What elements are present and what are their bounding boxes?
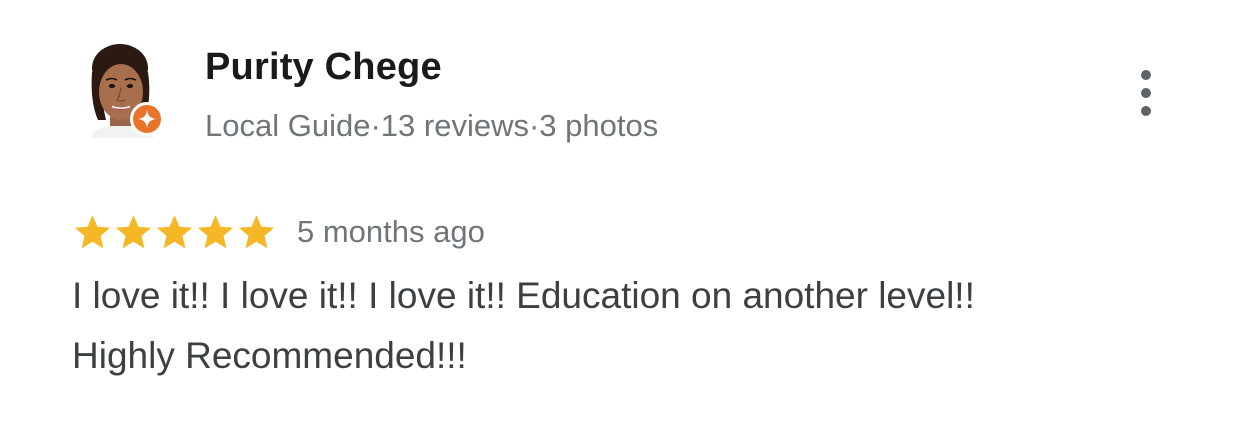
more-vertical-icon	[1141, 70, 1151, 80]
local-guide-badge	[130, 102, 164, 136]
review-text-line: I love it!! I love it!! I love it!! Educ…	[72, 275, 975, 316]
photo-count: 3 photos	[539, 108, 659, 143]
more-vertical-icon	[1141, 88, 1151, 98]
more-vertical-icon	[1141, 106, 1151, 116]
star-rating	[72, 212, 277, 253]
meta-separator: ·	[528, 108, 540, 143]
reviewer-name[interactable]: Purity Chege	[205, 46, 442, 89]
review-text: I love it!! I love it!! I love it!! Educ…	[72, 266, 1172, 386]
review-date: 5 months ago	[297, 214, 485, 249]
star-icon	[115, 214, 152, 248]
local-guide-star-icon	[138, 110, 156, 128]
avatar[interactable]	[84, 42, 164, 142]
star-icon	[197, 214, 234, 248]
star-icon	[156, 214, 193, 248]
star-icon	[238, 214, 275, 248]
review-card: Purity Chege Local Guide·13 reviews·3 ph…	[0, 0, 1242, 435]
review-count: 13 reviews	[380, 108, 529, 143]
star-icon	[74, 214, 111, 248]
more-options-button[interactable]	[1128, 68, 1164, 118]
meta-separator: ·	[370, 108, 381, 143]
local-guide-label: Local Guide	[205, 108, 371, 143]
reviewer-meta[interactable]: Local Guide·13 reviews·3 photos	[205, 108, 658, 144]
review-text-line: Highly Recommended!!!	[72, 335, 467, 376]
rating-row: 5 months ago	[72, 208, 485, 256]
